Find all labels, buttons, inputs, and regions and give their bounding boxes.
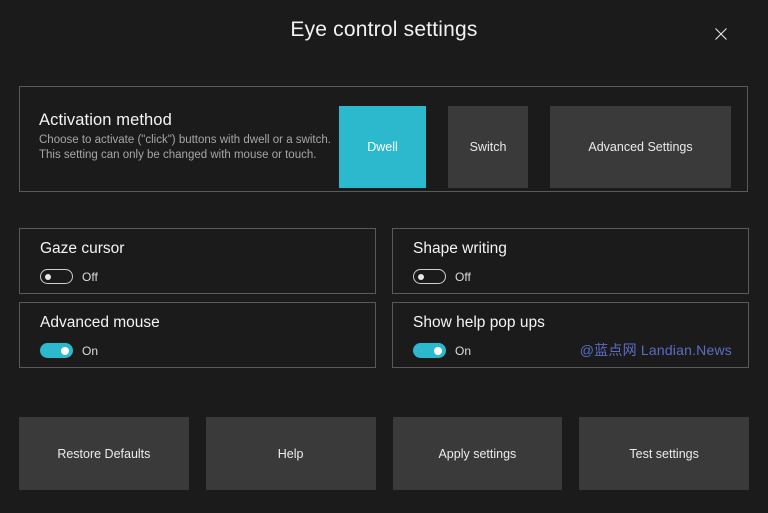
test-settings-button[interactable]: Test settings bbox=[579, 417, 749, 490]
help-button[interactable]: Help bbox=[205, 417, 376, 490]
apply-settings-button[interactable]: Apply settings bbox=[392, 417, 563, 490]
setting-title: Shape writing bbox=[413, 240, 507, 257]
restore-defaults-button[interactable]: Restore Defaults bbox=[19, 417, 189, 490]
settings-row-1: Gaze cursor Off Shape writing Off bbox=[19, 228, 749, 294]
setting-toggle-show-help-pop-ups[interactable]: On bbox=[413, 343, 471, 358]
close-icon bbox=[713, 26, 729, 42]
setting-card-advanced-mouse[interactable]: Advanced mouse On bbox=[19, 302, 376, 368]
setting-toggle-shape-writing[interactable]: Off bbox=[413, 269, 471, 284]
activation-option-switch[interactable]: Switch bbox=[448, 106, 528, 188]
setting-title: Advanced mouse bbox=[40, 314, 160, 331]
close-button[interactable] bbox=[706, 20, 736, 48]
activation-method-text: Activation method Choose to activate ("c… bbox=[39, 111, 339, 163]
toggle-state-label: Off bbox=[455, 269, 471, 284]
activation-method-options: Dwell Switch Advanced Settings bbox=[339, 106, 731, 188]
activation-option-advanced-settings[interactable]: Advanced Settings bbox=[550, 106, 731, 188]
toggle-switch-on-icon[interactable] bbox=[413, 343, 446, 358]
activation-method-panel: Activation method Choose to activate ("c… bbox=[19, 86, 748, 192]
setting-toggle-gaze-cursor[interactable]: Off bbox=[40, 269, 98, 284]
action-buttons: Restore Defaults Help Apply settings Tes… bbox=[19, 417, 749, 490]
title-bar: Eye control settings bbox=[0, 0, 768, 70]
toggle-switch-off-icon[interactable] bbox=[40, 269, 73, 284]
toggle-state-label: Off bbox=[82, 269, 98, 284]
setting-title: Show help pop ups bbox=[413, 314, 545, 331]
setting-card-gaze-cursor[interactable]: Gaze cursor Off bbox=[19, 228, 376, 294]
page-title: Eye control settings bbox=[290, 18, 478, 41]
settings-row-2: Advanced mouse On Show help pop ups On @… bbox=[19, 302, 749, 368]
toggle-switch-off-icon[interactable] bbox=[413, 269, 446, 284]
toggle-switch-on-icon[interactable] bbox=[40, 343, 73, 358]
setting-title: Gaze cursor bbox=[40, 240, 125, 257]
setting-card-shape-writing[interactable]: Shape writing Off bbox=[392, 228, 749, 294]
watermark: @蓝点网 Landian.News bbox=[579, 342, 732, 358]
setting-toggle-advanced-mouse[interactable]: On bbox=[40, 343, 98, 358]
activation-method-description: Choose to activate ("click") buttons wit… bbox=[39, 134, 331, 161]
toggle-state-label: On bbox=[82, 343, 99, 358]
activation-option-dwell[interactable]: Dwell bbox=[339, 106, 426, 188]
settings-cards: Gaze cursor Off Shape writing Off Advanc… bbox=[19, 228, 749, 376]
activation-method-heading: Activation method bbox=[39, 111, 172, 129]
setting-card-show-help-pop-ups[interactable]: Show help pop ups On @蓝点网 Landian.News bbox=[392, 302, 749, 368]
toggle-state-label: On bbox=[455, 343, 472, 358]
